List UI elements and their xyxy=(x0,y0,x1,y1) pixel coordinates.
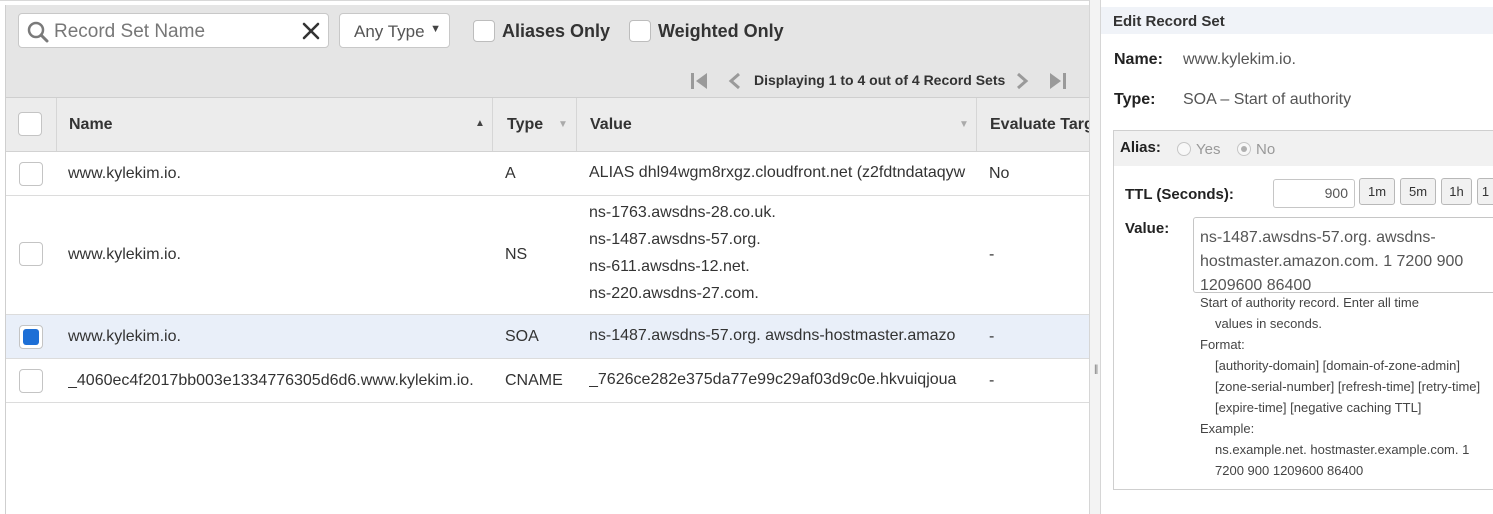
row-checkbox[interactable] xyxy=(19,369,43,393)
table-header: Name ▲ Type ▼ Value ▼ Evaluate Targ xyxy=(6,98,1089,152)
alias-bar xyxy=(1114,131,1493,166)
ttl-1h-button[interactable]: 1h xyxy=(1441,178,1472,205)
ttl-1d-button[interactable]: 1 xyxy=(1477,178,1493,205)
sort-menu-icon[interactable]: ▼ xyxy=(558,119,568,130)
column-divider xyxy=(976,98,977,151)
record-type: NS xyxy=(505,246,528,263)
sort-ascending-icon[interactable]: ▲ xyxy=(475,118,485,129)
name-label: Name: xyxy=(1114,51,1163,68)
record-name: _4060ec4f2017bb003e1334776305d6d6.www.ky… xyxy=(68,372,474,389)
next-page-icon[interactable] xyxy=(1013,71,1031,91)
ttl-5m-button[interactable]: 5m xyxy=(1400,178,1436,205)
search-icon xyxy=(27,21,49,43)
alias-no-radio[interactable] xyxy=(1237,142,1251,156)
table-row[interactable]: www.kylekim.io. A ALIAS dhl94wgm8rxgz.cl… xyxy=(6,152,1089,196)
aliases-only-checkbox[interactable] xyxy=(473,20,495,42)
alias-yes-label: Yes xyxy=(1196,141,1221,158)
row-checkbox[interactable] xyxy=(19,242,43,266)
record-value: _7626ce282e375da77e99c29af03d9c0e.hkvuiq… xyxy=(589,371,957,388)
select-all-checkbox[interactable] xyxy=(18,112,42,136)
first-page-icon[interactable] xyxy=(689,71,711,91)
row-checkbox[interactable] xyxy=(19,162,43,186)
record-type: SOA xyxy=(505,328,539,345)
column-divider xyxy=(492,98,493,151)
edit-title: Edit Record Set xyxy=(1113,13,1225,30)
column-header-evaluate-target[interactable]: Evaluate Targ xyxy=(990,98,1089,151)
search-box xyxy=(18,13,329,48)
record-name: www.kylekim.io. xyxy=(68,165,181,182)
chevron-down-icon: ▼ xyxy=(430,23,441,35)
value-label: Value: xyxy=(1125,220,1170,237)
record-value-line: ns-1487.awsdns-57.org. xyxy=(589,231,761,248)
help-text: values in seconds. xyxy=(1215,316,1322,331)
record-name: www.kylekim.io. xyxy=(68,246,181,263)
help-text: [zone-serial-number] [refresh-time] [ret… xyxy=(1215,379,1481,394)
help-text: ns.example.net. hostmaster.example.com. … xyxy=(1215,442,1470,457)
record-type: CNAME xyxy=(505,372,563,389)
record-evaluate-target: No xyxy=(989,165,1010,182)
record-type: A xyxy=(505,165,516,182)
aliases-only-label: Aliases Only xyxy=(502,21,611,41)
column-divider xyxy=(56,98,57,151)
pager-status: Displaying 1 to 4 out of 4 Record Sets xyxy=(754,72,1006,88)
ttl-input[interactable]: 900 xyxy=(1273,179,1355,208)
help-text: [expire-time] [negative caching TTL] xyxy=(1215,400,1422,415)
record-value-line: ns-611.awsdns-12.net. xyxy=(589,258,750,275)
column-divider xyxy=(576,98,577,151)
record-evaluate-target: - xyxy=(989,372,995,389)
table-row[interactable]: www.kylekim.io. NS ns-1763.awsdns-28.co.… xyxy=(6,196,1089,315)
pane-splitter[interactable] xyxy=(1089,0,1101,514)
record-value-line: ns-220.awsdns-27.com. xyxy=(589,285,759,302)
ttl-1m-button[interactable]: 1m xyxy=(1359,178,1395,205)
column-header-value[interactable]: Value xyxy=(590,98,632,151)
value-text: ns-1487.awsdns-57.org. awsdns-hostmaster… xyxy=(1200,229,1464,293)
help-text: [authority-domain] [domain-of-zone-admin… xyxy=(1215,358,1460,373)
record-evaluate-target: - xyxy=(989,328,995,345)
drag-handle-icon[interactable]: || xyxy=(1094,364,1098,375)
row-checkbox-checked[interactable] xyxy=(19,325,43,349)
clear-search-icon[interactable] xyxy=(302,22,320,40)
type-filter-value: Any Type xyxy=(354,22,425,41)
type-filter-select[interactable]: Any Type ▼ xyxy=(339,13,450,48)
search-input[interactable] xyxy=(52,18,296,46)
help-text: Start of authority record. Enter all tim… xyxy=(1200,295,1419,310)
weighted-only-label: Weighted Only xyxy=(658,21,784,41)
table-row[interactable]: _4060ec4f2017bb003e1334776305d6d6.www.ky… xyxy=(6,359,1089,403)
last-page-icon[interactable] xyxy=(1046,71,1068,91)
type-label: Type: xyxy=(1114,91,1156,108)
value-textarea[interactable]: ns-1487.awsdns-57.org. awsdns-hostmaster… xyxy=(1193,217,1493,293)
record-value: ns-1487.awsdns-57.org. awsdns-hostmaster… xyxy=(589,327,956,344)
record-value: ALIAS dhl94wgm8rxgz.cloudfront.net (z2fd… xyxy=(589,164,966,181)
record-name: www.kylekim.io. xyxy=(68,328,181,345)
record-evaluate-target: - xyxy=(989,246,995,263)
previous-page-icon[interactable] xyxy=(726,71,744,91)
help-text: Format: xyxy=(1200,337,1245,352)
filter-toolbar: Any Type ▼ Aliases Only Weighted Only Di… xyxy=(6,5,1089,98)
column-header-name[interactable]: Name xyxy=(69,98,113,151)
help-text: Example: xyxy=(1200,421,1255,436)
table-row-selected[interactable]: www.kylekim.io. SOA ns-1487.awsdns-57.or… xyxy=(6,315,1089,359)
weighted-only-checkbox[interactable] xyxy=(629,20,651,42)
name-value: www.kylekim.io. xyxy=(1183,51,1296,68)
alias-no-label: No xyxy=(1256,141,1276,158)
sort-menu-icon[interactable]: ▼ xyxy=(959,119,969,130)
help-text: 7200 900 1209600 86400 xyxy=(1215,463,1364,478)
alias-yes-radio[interactable] xyxy=(1177,142,1191,156)
ttl-label: TTL (Seconds): xyxy=(1125,186,1234,203)
type-value: SOA – Start of authority xyxy=(1183,91,1352,108)
record-value-line: ns-1763.awsdns-28.co.uk. xyxy=(589,204,776,221)
alias-label: Alias: xyxy=(1120,139,1161,156)
column-header-type[interactable]: Type xyxy=(507,98,543,151)
